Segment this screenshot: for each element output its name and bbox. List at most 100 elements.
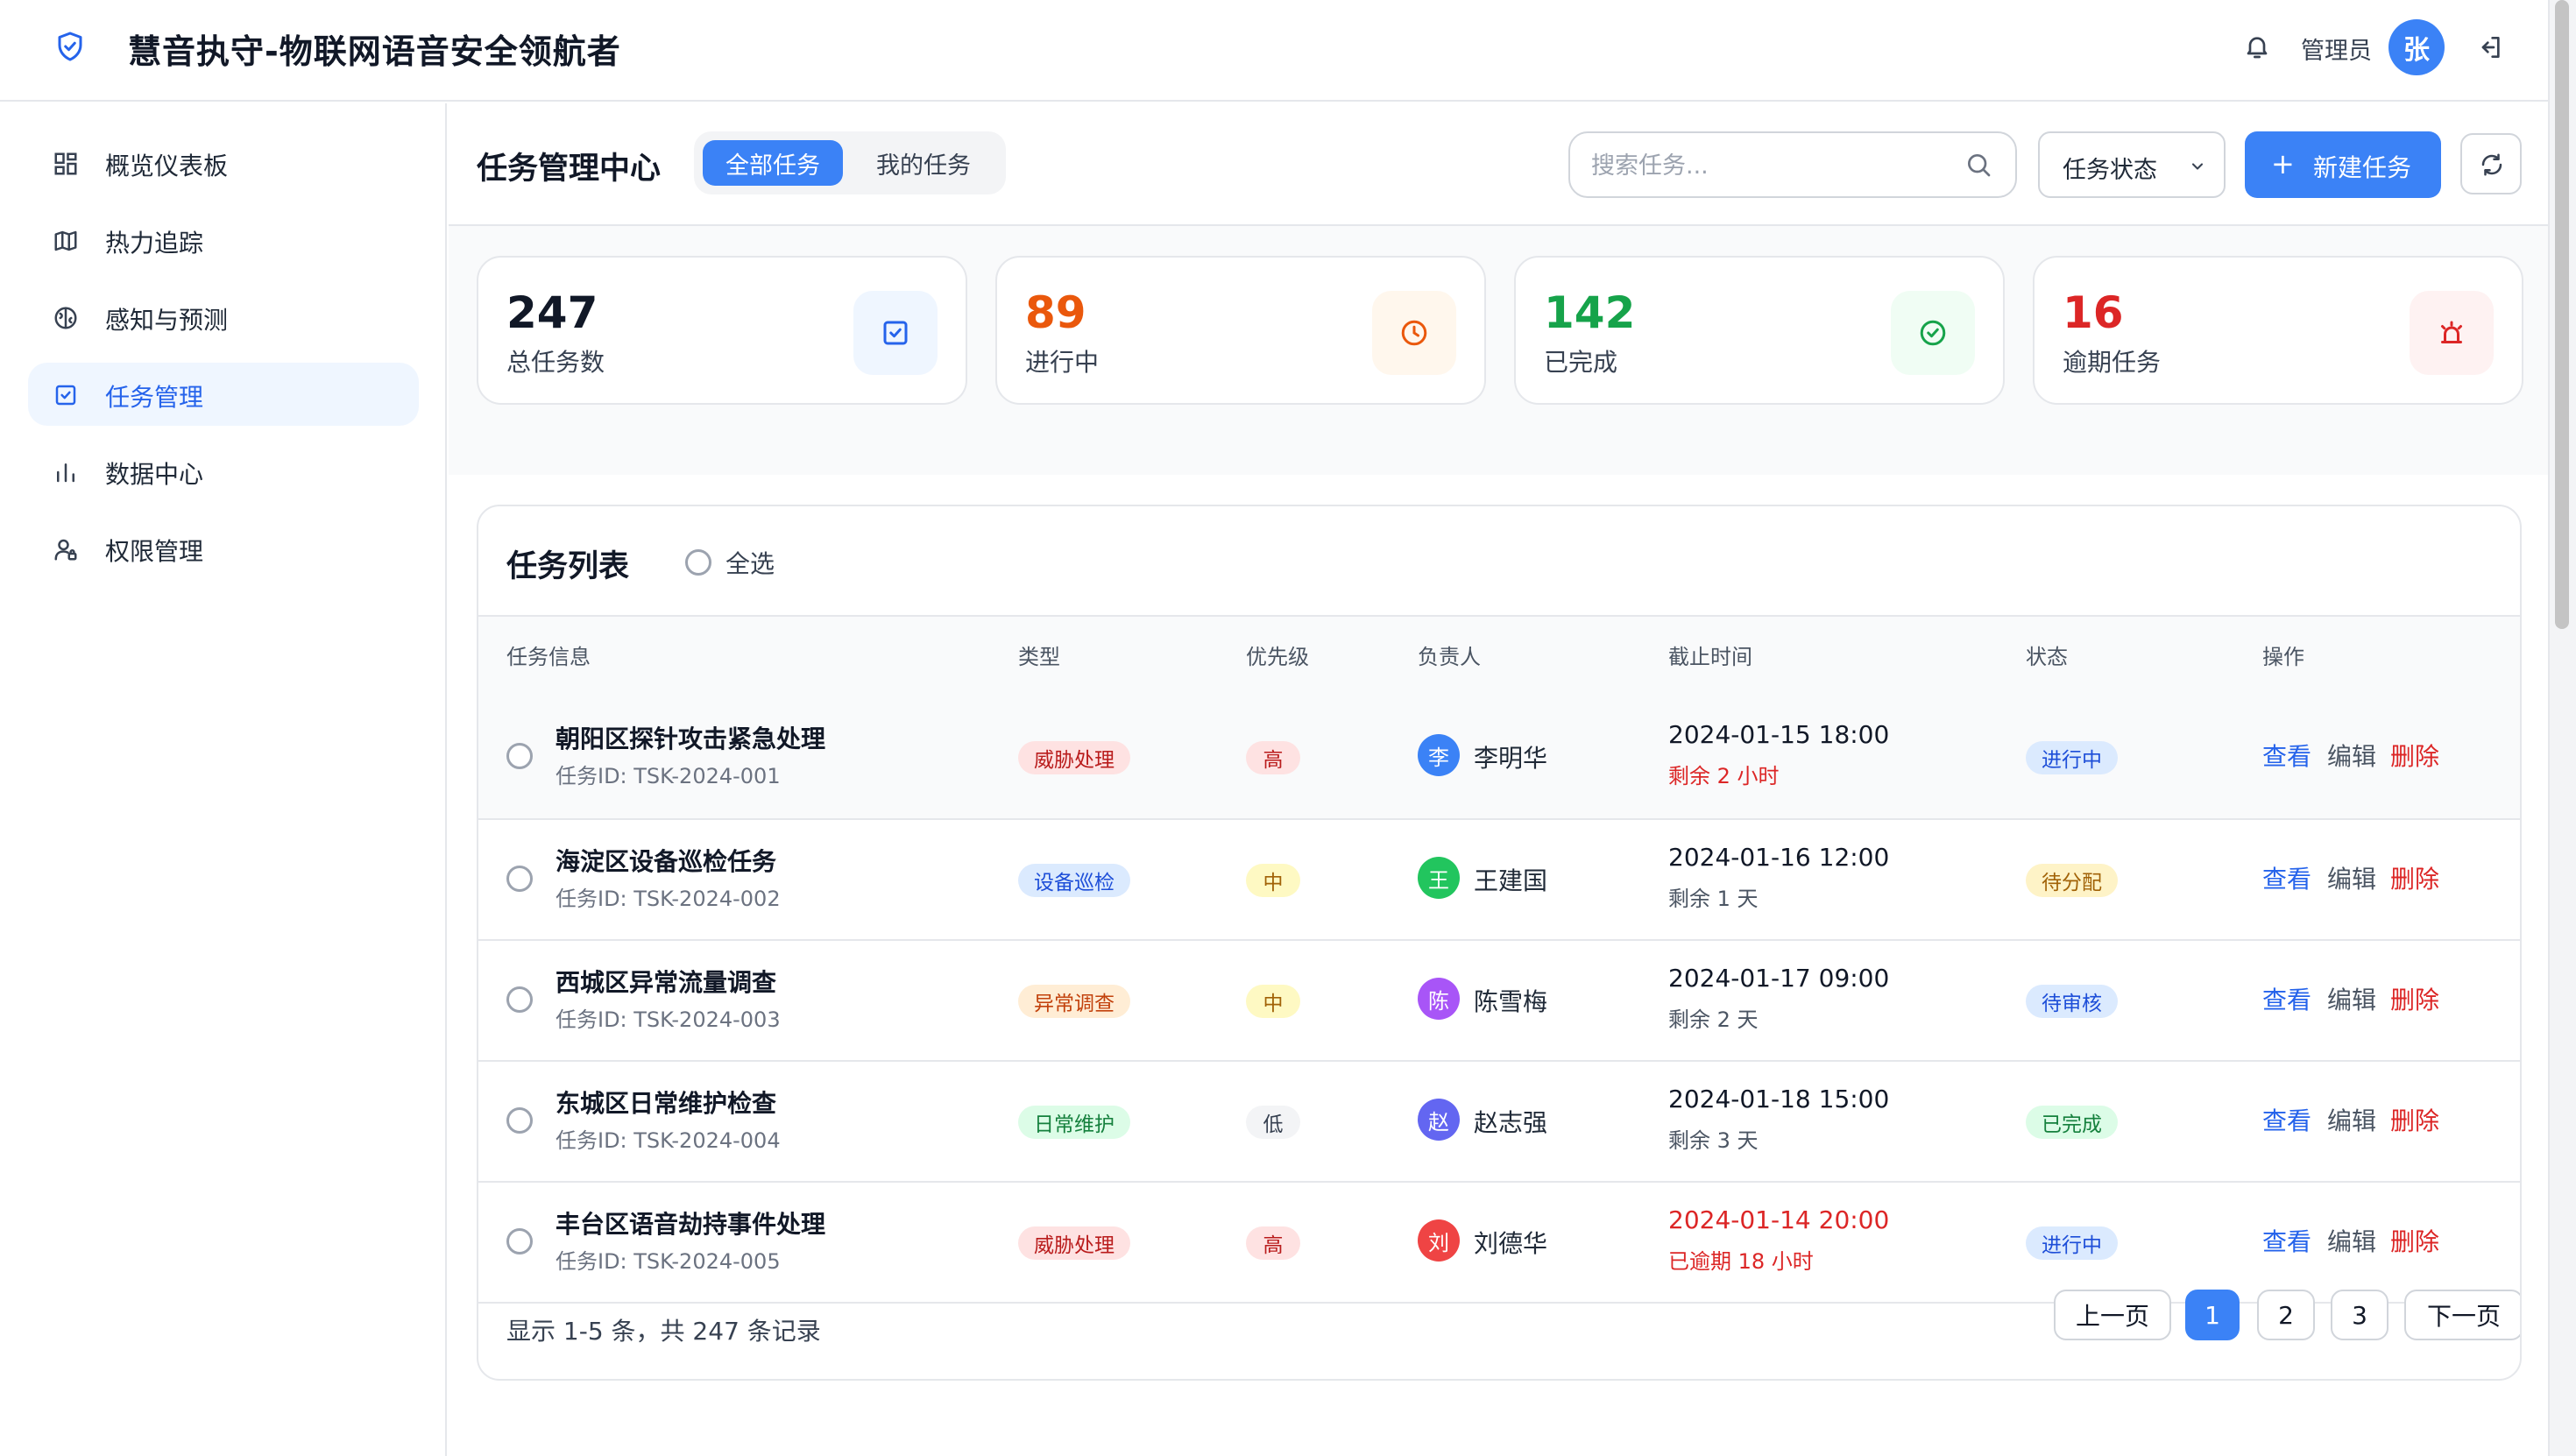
table-row[interactable]: 海淀区设备巡检任务 任务ID: TSK-2024-002 设备巡检 中 王 王建… [478, 818, 2520, 939]
sidebar-item-dashboard[interactable]: 概览仪表板 [28, 131, 419, 194]
sidebar-item-label: 概览仪表板 [105, 152, 229, 180]
column-header: 截止时间 [1668, 645, 1752, 669]
sidebar-item-perception[interactable]: 感知与预测 [28, 286, 419, 349]
task-name: 朝阳区探针攻击紧急处理 [556, 724, 826, 753]
main-content: 任务管理中心 全部任务 我的任务 任务状态 + 新建任务 247 [449, 103, 2548, 1456]
status-badge: 待审核 [2026, 985, 2118, 1018]
column-header: 操作 [2262, 645, 2304, 669]
owner-name: 李明华 [1474, 744, 1548, 773]
radio-circle[interactable] [685, 549, 711, 576]
refresh-button[interactable] [2460, 133, 2522, 194]
page-button-3[interactable]: 3 [2331, 1290, 2388, 1340]
select-all-label: 全选 [725, 549, 775, 578]
row-select-radio[interactable] [506, 743, 533, 769]
search-icon[interactable] [1964, 151, 1992, 179]
sidebar-item-label: 热力追踪 [105, 229, 204, 258]
stat-value: 142 [1544, 287, 1636, 338]
task-id: 任务ID: TSK-2024-004 [556, 1128, 781, 1153]
alarm-icon [2410, 291, 2494, 375]
status-filter-select[interactable]: 任务状态 [2038, 131, 2226, 198]
stat-card-in-progress: 89 进行中 [995, 256, 1486, 405]
next-page-button[interactable]: 下一页 [2404, 1290, 2520, 1340]
edit-link[interactable]: 编辑 [2327, 1102, 2376, 1137]
task-check-icon [55, 385, 76, 406]
scrollbar-thumb[interactable] [2555, 0, 2569, 629]
page-title: 任务管理中心 [477, 152, 662, 187]
row-select-radio[interactable] [506, 1228, 533, 1255]
sidebar-item-data-center[interactable]: 数据中心 [28, 440, 419, 503]
row-select-radio[interactable] [506, 986, 533, 1013]
new-task-label: 新建任务 [2313, 153, 2412, 182]
owner-name: 刘德华 [1474, 1229, 1548, 1258]
column-header: 状态 [2026, 645, 2068, 669]
sidebar-item-permissions[interactable]: 权限管理 [28, 517, 419, 580]
due-time: 2024-01-18 15:00 [1668, 1085, 1890, 1113]
delete-link[interactable]: 删除 [2390, 981, 2439, 1016]
type-badge: 威胁处理 [1018, 741, 1130, 774]
delete-link[interactable]: 删除 [2390, 1223, 2439, 1258]
stat-card-overdue: 16 逾期任务 [2033, 256, 2523, 405]
top-header: 慧音执守-物联网语音安全领航者 管理员 张 [0, 0, 2548, 102]
edit-link[interactable]: 编辑 [2327, 981, 2376, 1016]
task-name: 东城区日常维护检查 [556, 1089, 777, 1118]
table-row[interactable]: 朝阳区探针攻击紧急处理 任务ID: TSK-2024-001 威胁处理 高 李 … [478, 697, 2520, 818]
page-button-2[interactable]: 2 [2257, 1290, 2315, 1340]
owner-name: 陈雪梅 [1474, 987, 1548, 1016]
bar-chart-icon [57, 463, 74, 483]
table-row[interactable]: 西城区异常流量调查 任务ID: TSK-2024-003 异常调查 中 陈 陈雪… [478, 939, 2520, 1060]
owner-avatar: 李 [1418, 734, 1460, 776]
row-select-radio[interactable] [506, 1107, 533, 1134]
table-row[interactable]: 丰台区语音劫持事件处理 任务ID: TSK-2024-005 威胁处理 高 刘 … [478, 1181, 2520, 1302]
view-link[interactable]: 查看 [2262, 860, 2311, 895]
delete-link[interactable]: 删除 [2390, 738, 2439, 773]
prev-page-button[interactable]: 上一页 [2054, 1290, 2171, 1340]
tab-all-tasks[interactable]: 全部任务 [703, 140, 843, 186]
owner-avatar: 赵 [1418, 1099, 1460, 1141]
sidebar-item-task-management[interactable]: 任务管理 [28, 363, 419, 426]
search-input[interactable] [1591, 149, 1959, 182]
type-badge: 日常维护 [1018, 1106, 1130, 1139]
pagination-summary: 显示 1-5 条，共 247 条记录 [506, 1317, 821, 1346]
page-button-1[interactable]: 1 [2185, 1290, 2240, 1340]
check-circle-icon [1891, 291, 1975, 375]
stat-value: 89 [1025, 287, 1086, 338]
type-badge: 异常调查 [1018, 985, 1130, 1018]
tab-my-tasks[interactable]: 我的任务 [852, 140, 995, 186]
row-select-radio[interactable] [506, 866, 533, 892]
bell-icon[interactable] [2243, 32, 2271, 61]
stat-label: 总任务数 [506, 348, 605, 377]
sidebar-item-label: 任务管理 [105, 383, 204, 412]
stat-label: 逾期任务 [2063, 348, 2162, 377]
delete-link[interactable]: 删除 [2390, 1102, 2439, 1137]
logout-icon[interactable] [2476, 33, 2504, 61]
select-all-radio[interactable]: 全选 [685, 545, 775, 580]
view-link[interactable]: 查看 [2262, 738, 2311, 773]
view-link[interactable]: 查看 [2262, 1223, 2311, 1258]
delete-link[interactable]: 删除 [2390, 860, 2439, 895]
edit-link[interactable]: 编辑 [2327, 860, 2376, 895]
sidebar-item-heat-tracking[interactable]: 热力追踪 [28, 209, 419, 272]
column-header: 负责人 [1418, 645, 1481, 669]
edit-link[interactable]: 编辑 [2327, 1223, 2376, 1258]
user-avatar[interactable]: 张 [2388, 19, 2445, 75]
task-name: 海淀区设备巡检任务 [556, 847, 777, 876]
owner-avatar: 刘 [1418, 1219, 1460, 1262]
owner-name: 赵志强 [1474, 1108, 1548, 1137]
plus-icon: + [2271, 147, 2295, 180]
new-task-button[interactable]: + 新建任务 [2245, 131, 2441, 198]
view-link[interactable]: 查看 [2262, 981, 2311, 1016]
task-id: 任务ID: TSK-2024-001 [556, 764, 781, 788]
chevron-down-icon [2191, 163, 2204, 170]
status-badge: 已完成 [2026, 1106, 2118, 1139]
status-filter-label: 任务状态 [2063, 157, 2157, 184]
status-badge: 待分配 [2026, 864, 2118, 897]
owner-avatar: 陈 [1418, 978, 1460, 1020]
priority-badge: 中 [1246, 985, 1300, 1018]
view-link[interactable]: 查看 [2262, 1102, 2311, 1137]
table-row[interactable]: 东城区日常维护检查 任务ID: TSK-2024-004 日常维护 低 赵 赵志… [478, 1060, 2520, 1181]
stat-label: 进行中 [1025, 348, 1100, 377]
stat-card-completed: 142 已完成 [1514, 256, 2005, 405]
table-header: 任务信息 类型 优先级 负责人 截止时间 状态 操作 [478, 615, 2520, 697]
search-box [1568, 131, 2017, 198]
edit-link[interactable]: 编辑 [2327, 738, 2376, 773]
